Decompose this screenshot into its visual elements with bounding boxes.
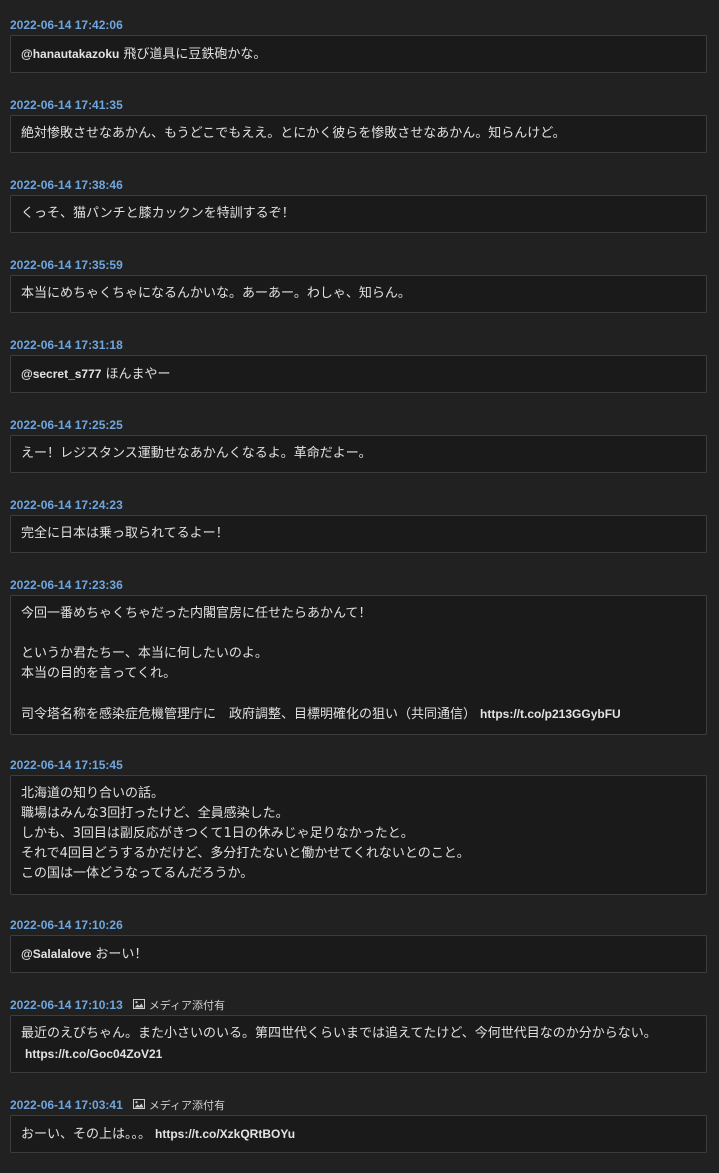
tweet-body: おーい、その上は。。。 https://t.co/XzkQRtBOYu	[10, 1115, 707, 1153]
tweet-timestamp[interactable]: 2022-06-14 17:03:41	[10, 1098, 123, 1112]
mention-link[interactable]: @hanautakazoku	[21, 47, 119, 61]
tweet-line: というか君たちー、本当に何したいのよ。	[21, 646, 268, 661]
tweet-line: @Salalalove おーい！	[21, 944, 696, 965]
tweet-line: 職場はみんな3回打ったけど、全員感染した。	[21, 806, 289, 821]
tweet-text: くっそ、猫パンチと膝カックンを特訓するぞ！	[21, 206, 295, 221]
tweet-text: ほんまやー	[105, 367, 171, 382]
tweet-body: @Salalalove おーい！	[10, 935, 707, 973]
tweet-body: @secret_s777 ほんまやー	[10, 355, 707, 393]
tweet-text: おーい、その上は。。。	[21, 1127, 152, 1142]
tweet-timestamp[interactable]: 2022-06-14 17:24:23	[10, 498, 123, 512]
tweet-timestamp[interactable]: 2022-06-14 17:38:46	[10, 178, 123, 192]
tweet-timestamp[interactable]: 2022-06-14 17:35:59	[10, 258, 123, 272]
tweet-meta: 2022-06-14 17:38:46	[10, 176, 123, 192]
tweet-line: 今回一番めちゃくちゃだった内閣官房に任せたらあかんて！	[21, 606, 372, 621]
tweet-timestamp[interactable]: 2022-06-14 17:10:26	[10, 918, 123, 932]
tweet-meta: 2022-06-14 17:24:23	[10, 496, 123, 512]
tweet-line: 完全に日本は乗っ取られてるよー！	[21, 524, 696, 544]
tweet-meta: 2022-06-14 17:31:18	[10, 336, 123, 352]
tweet-line: それで4回目どうするかだけど、多分打たないと働かせてくれないとのこと。	[21, 846, 470, 861]
image-icon	[132, 1098, 149, 1114]
tweet-line: 本当にめちゃくちゃになるんかいな。あーあー。わしゃ、知らん。	[21, 284, 696, 304]
tweet-body: 最近のえびちゃん。また小さいのいる。第四世代くらいまでは追えてたけど、今何世代目…	[10, 1015, 707, 1073]
tweet-text: 絶対惨敗させなあかん、もうどこでもええ。とにかく彼らを惨敗させなあかん。知らんけ…	[21, 126, 566, 141]
tweet-timestamp[interactable]: 2022-06-14 17:41:35	[10, 98, 123, 112]
tweet-timestamp[interactable]: 2022-06-14 17:31:18	[10, 338, 123, 352]
tweet-line: しかも、3回目は副反応がきつくて1日の休みじゃ足りなかったと。	[21, 826, 414, 841]
tweet-line: @hanautakazoku 飛び道具に豆鉄砲かな。	[21, 44, 696, 65]
tweet-text: 本当にめちゃくちゃになるんかいな。あーあー。わしゃ、知らん。	[21, 286, 411, 301]
tweet-line	[21, 684, 696, 704]
tweet-body: 完全に日本は乗っ取られてるよー！	[10, 515, 707, 553]
tweet-meta: 2022-06-14 17:23:36	[10, 576, 123, 592]
tweet-body: くっそ、猫パンチと膝カックンを特訓するぞ！	[10, 195, 707, 233]
tweet-meta: 2022-06-14 17:35:59	[10, 256, 123, 272]
tweet-body: 本当にめちゃくちゃになるんかいな。あーあー。わしゃ、知らん。	[10, 275, 707, 313]
tweet-line: @secret_s777 ほんまやー	[21, 364, 696, 385]
tweet-text: 最近のえびちゃん。また小さいのいる。第四世代くらいまでは追えてたけど、今何世代目…	[21, 1026, 657, 1041]
mention-link[interactable]: @Salalalove	[21, 947, 91, 961]
tweet-meta: 2022-06-14 17:41:35	[10, 96, 123, 112]
tweet-timestamp[interactable]: 2022-06-14 17:15:45	[10, 758, 123, 772]
tweet-meta: 2022-06-14 17:25:25	[10, 416, 123, 432]
tweet-line: くっそ、猫パンチと膝カックンを特訓するぞ！	[21, 204, 696, 224]
tweet-line: 本当の目的を言ってくれ。	[21, 666, 177, 681]
tweet-meta: 2022-06-14 17:10:26	[10, 916, 123, 932]
tweet-line: 最近のえびちゃん。また小さいのいる。第四世代くらいまでは追えてたけど、今何世代目…	[21, 1024, 696, 1065]
tweet-meta: 2022-06-14 17:42:06	[10, 16, 123, 32]
tweet-timestamp[interactable]: 2022-06-14 17:23:36	[10, 578, 123, 592]
tweet-timestamp[interactable]: 2022-06-14 17:10:13	[10, 998, 123, 1012]
media-attached-label: メディア添付有	[148, 1099, 225, 1112]
tweet-line: この国は一体どうなってるんだろうか。	[21, 866, 254, 881]
tweet-text: 司令塔名称を感染症危機管理庁に 政府調整、目標明確化の狙い（共同通信）	[21, 707, 477, 722]
tweet-link[interactable]: https://t.co/Goc04ZoV21	[25, 1047, 162, 1061]
tweet-text: 完全に日本は乗っ取られてるよー！	[21, 526, 229, 541]
image-icon	[132, 998, 149, 1014]
tweet-line: おーい、その上は。。。 https://t.co/XzkQRtBOYu	[21, 1124, 696, 1145]
tweet-meta: 2022-06-14 17:03:41 メディア添付有	[10, 1096, 225, 1112]
tweet-line: 司令塔名称を感染症危機管理庁に 政府調整、目標明確化の狙い（共同通信） https…	[21, 704, 696, 725]
media-attached-badge: メディア添付有	[132, 1098, 225, 1114]
mention-link[interactable]: @secret_s777	[21, 367, 101, 381]
tweet-feed: 2022-06-14 17:42:06 @hanautakazoku 飛び道具に豆鉄…	[0, 0, 719, 1173]
tweet-body: えー！レジスタンス運動せなあかんくなるよ。革命だよー。	[10, 435, 707, 473]
tweet-link[interactable]: https://t.co/p213GGybFU	[480, 707, 621, 721]
tweet-line	[21, 624, 696, 644]
tweet-text: 飛び道具に豆鉄砲かな。	[123, 47, 267, 62]
tweet-meta: 2022-06-14 17:15:45	[10, 756, 123, 772]
tweet-line: 北海道の知り合いの話。	[21, 786, 165, 801]
tweet-line: 絶対惨敗させなあかん、もうどこでもええ。とにかく彼らを惨敗させなあかん。知らんけ…	[21, 124, 696, 144]
tweet-body: 絶対惨敗させなあかん、もうどこでもええ。とにかく彼らを惨敗させなあかん。知らんけ…	[10, 115, 707, 153]
tweet-text: えー！レジスタンス運動せなあかんくなるよ。革命だよー。	[21, 446, 372, 461]
tweet-text: おーい！	[95, 947, 148, 962]
tweet-timestamp[interactable]: 2022-06-14 17:42:06	[10, 18, 123, 32]
media-attached-badge: メディア添付有	[132, 998, 225, 1014]
tweet-line: えー！レジスタンス運動せなあかんくなるよ。革命だよー。	[21, 444, 696, 464]
tweet-timestamp[interactable]: 2022-06-14 17:25:25	[10, 418, 123, 432]
tweet-body: 今回一番めちゃくちゃだった内閣官房に任せたらあかんて！ というか君たちー、本当に何…	[10, 595, 707, 735]
tweet-body: @hanautakazoku 飛び道具に豆鉄砲かな。	[10, 35, 707, 73]
tweet-link[interactable]: https://t.co/XzkQRtBOYu	[155, 1127, 295, 1141]
media-attached-label: メディア添付有	[148, 999, 225, 1012]
tweet-meta: 2022-06-14 17:10:13 メディア添付有	[10, 996, 225, 1012]
tweet-body: 北海道の知り合いの話。職場はみんな3回打ったけど、全員感染した。しかも、3回目は…	[10, 775, 707, 895]
